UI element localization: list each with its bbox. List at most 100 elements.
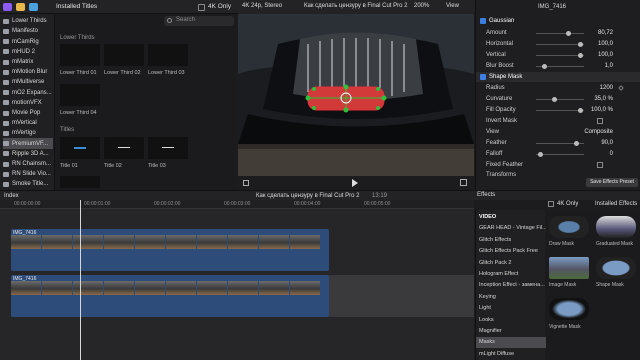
effects-category[interactable]: VIDEO bbox=[476, 212, 546, 223]
zoom-level[interactable]: 200% bbox=[414, 3, 429, 9]
image-mask-thumb[interactable] bbox=[549, 257, 589, 279]
playhead[interactable] bbox=[80, 200, 81, 360]
title-thumb[interactable] bbox=[148, 137, 188, 159]
sidebar-item[interactable]: Ripple 3D A... bbox=[3, 149, 53, 160]
sidebar-item[interactable]: mVertigo bbox=[3, 128, 53, 139]
sidebar-item[interactable]: RN Slide Vio... bbox=[3, 169, 53, 180]
horizontal-row[interactable]: Horizontal 100,0 bbox=[476, 39, 640, 49]
effects-category[interactable]: Inception Effect - замена... bbox=[476, 280, 546, 291]
view-menu[interactable]: View bbox=[446, 3, 459, 9]
title-thumb[interactable] bbox=[104, 137, 144, 159]
effects-category[interactable]: Hologram Effect bbox=[476, 269, 546, 280]
sidebar-item[interactable]: Movie Pop bbox=[3, 108, 53, 119]
sidebar-item[interactable]: RN Chainsm... bbox=[3, 159, 53, 170]
curvature-row[interactable]: Curvature 35,0 % bbox=[476, 94, 640, 104]
invert-mask-row[interactable]: Invert Mask bbox=[476, 116, 640, 126]
sidebar-item-label: mVertigo bbox=[12, 130, 36, 137]
vignette-mask-thumb[interactable] bbox=[549, 298, 589, 320]
folder-icon bbox=[3, 141, 9, 147]
timeline-clip[interactable]: IMG_7416 bbox=[11, 229, 329, 271]
play-icon[interactable] bbox=[352, 179, 358, 187]
index-button[interactable]: Index bbox=[4, 193, 19, 199]
effects-category[interactable]: Glitch Effects bbox=[476, 235, 546, 246]
folder-icon bbox=[3, 39, 9, 45]
folder-icon bbox=[3, 130, 9, 136]
vertical-row[interactable]: Vertical 100,0 bbox=[476, 50, 640, 60]
crop-icon[interactable] bbox=[243, 180, 249, 186]
folder-icon bbox=[3, 151, 9, 157]
effects-category[interactable]: Glitch Effects Pack Free bbox=[476, 246, 546, 257]
sidebar-item-label: mMatrix bbox=[12, 59, 34, 66]
lower-third-thumb[interactable] bbox=[60, 84, 100, 106]
view-row[interactable]: View Composite bbox=[476, 127, 640, 137]
gap-region bbox=[329, 275, 474, 317]
titles-icon[interactable] bbox=[29, 3, 38, 11]
sidebar-item[interactable]: mMotion Blur bbox=[3, 67, 53, 78]
sidebar-item[interactable]: Smoke Title... bbox=[3, 179, 53, 190]
falloff-row[interactable]: Falloff 0 bbox=[476, 149, 640, 159]
shape-mask-thumb[interactable] bbox=[596, 257, 636, 279]
folder-icon bbox=[3, 110, 9, 116]
fourk-only-label: 4K Only bbox=[208, 3, 232, 10]
feather-row[interactable]: Feather 90,0 bbox=[476, 138, 640, 148]
sidebar-item-label: mHUD 2 bbox=[12, 48, 36, 55]
lower-third-thumb[interactable] bbox=[60, 44, 100, 66]
effects-category[interactable]: Looks bbox=[476, 315, 546, 326]
sidebar-item[interactable]: mMatrix bbox=[3, 57, 53, 68]
photos-icon[interactable] bbox=[16, 3, 25, 11]
effects-category[interactable]: mLight Diffuse bbox=[476, 349, 546, 360]
title-thumb[interactable] bbox=[60, 137, 100, 159]
sidebar-item[interactable]: mMultiverse bbox=[3, 77, 53, 88]
effects-category[interactable]: GEAR HEAD - Vintage Fil... bbox=[476, 223, 546, 234]
format-label: 4K 24p, Stereo bbox=[242, 3, 283, 9]
project-name[interactable]: Как сделать цензуру в Final Cut Pro 2 bbox=[256, 193, 359, 199]
sidebar-item-label: Lower Thirds bbox=[12, 18, 47, 25]
radius-row[interactable]: Radius 1200 bbox=[476, 83, 640, 93]
effects-category[interactable]: Glitch Pack 2 bbox=[476, 258, 546, 269]
effects-category[interactable]: Keying bbox=[476, 292, 546, 303]
title-thumb[interactable] bbox=[60, 176, 100, 188]
gaussian-header[interactable]: Gaussian bbox=[476, 16, 640, 26]
effects-category[interactable]: Masks bbox=[476, 337, 546, 349]
blur-boost-row[interactable]: Blur Boost 1,0 bbox=[476, 61, 640, 71]
inspector-clip-name: IMG_7416 bbox=[538, 4, 567, 10]
sidebar-item[interactable]: Manifesto bbox=[3, 26, 53, 37]
sidebar-item-label: mMotion Blur bbox=[12, 69, 48, 76]
effects-category[interactable]: Magnifier bbox=[476, 326, 546, 337]
save-effects-preset-button[interactable]: Save Effects Preset bbox=[586, 178, 638, 187]
sidebar-item[interactable]: Lower Thirds bbox=[3, 16, 53, 27]
draw-mask-thumb[interactable] bbox=[549, 216, 589, 238]
browser-title[interactable]: Installed Titles bbox=[56, 3, 97, 10]
graduated-mask-thumb[interactable] bbox=[596, 216, 636, 238]
fourk-only-checkbox[interactable] bbox=[198, 4, 205, 11]
effects-fourk-checkbox[interactable] bbox=[548, 201, 554, 207]
project-duration: 13:19 bbox=[372, 193, 388, 199]
lower-third-thumb[interactable] bbox=[148, 44, 188, 66]
video-viewer[interactable] bbox=[238, 14, 474, 176]
sidebar-item[interactable]: PremiumVF... bbox=[3, 138, 53, 149]
folder-icon bbox=[3, 171, 9, 177]
search-input[interactable] bbox=[164, 16, 234, 26]
sidebar-item[interactable]: mO2 Expans... bbox=[3, 87, 53, 98]
effects-category[interactable]: Light bbox=[476, 303, 546, 314]
invert-checkbox[interactable] bbox=[597, 118, 603, 124]
sidebar-item[interactable]: mVertical bbox=[3, 118, 53, 129]
amount-row[interactable]: Amount 80,72 bbox=[476, 28, 640, 38]
lower-third-thumb[interactable] bbox=[104, 44, 144, 66]
sidebar-item[interactable]: motionVFX bbox=[3, 98, 53, 109]
shape-mask-header[interactable]: Shape Mask bbox=[476, 72, 640, 82]
folder-icon bbox=[3, 69, 9, 75]
sidebar-item[interactable]: mCamRig bbox=[3, 36, 53, 47]
timeline-clip[interactable]: IMG_7416 bbox=[11, 275, 329, 317]
sidebar-item[interactable]: mHUD 2 bbox=[3, 47, 53, 58]
effects-grid: 4K Only Installed Effects Draw Mask Grad… bbox=[546, 201, 640, 360]
timeline-ruler[interactable]: 00:00:00:00 00:00:01:00 00:00:02:00 00:0… bbox=[0, 200, 474, 209]
fullscreen-icon[interactable] bbox=[460, 179, 467, 186]
fixed-feather-checkbox[interactable] bbox=[597, 162, 603, 168]
fixed-feather-row[interactable]: Fixed Feather bbox=[476, 160, 640, 170]
libraries-icon[interactable] bbox=[3, 3, 12, 11]
sidebar-item-label: Ripple 3D A... bbox=[12, 150, 49, 157]
fill-opacity-row[interactable]: Fill Opacity 100,0 % bbox=[476, 105, 640, 115]
effects-title: Effects bbox=[477, 192, 496, 198]
ruler-tick: 00:00:03:00 bbox=[224, 201, 251, 207]
